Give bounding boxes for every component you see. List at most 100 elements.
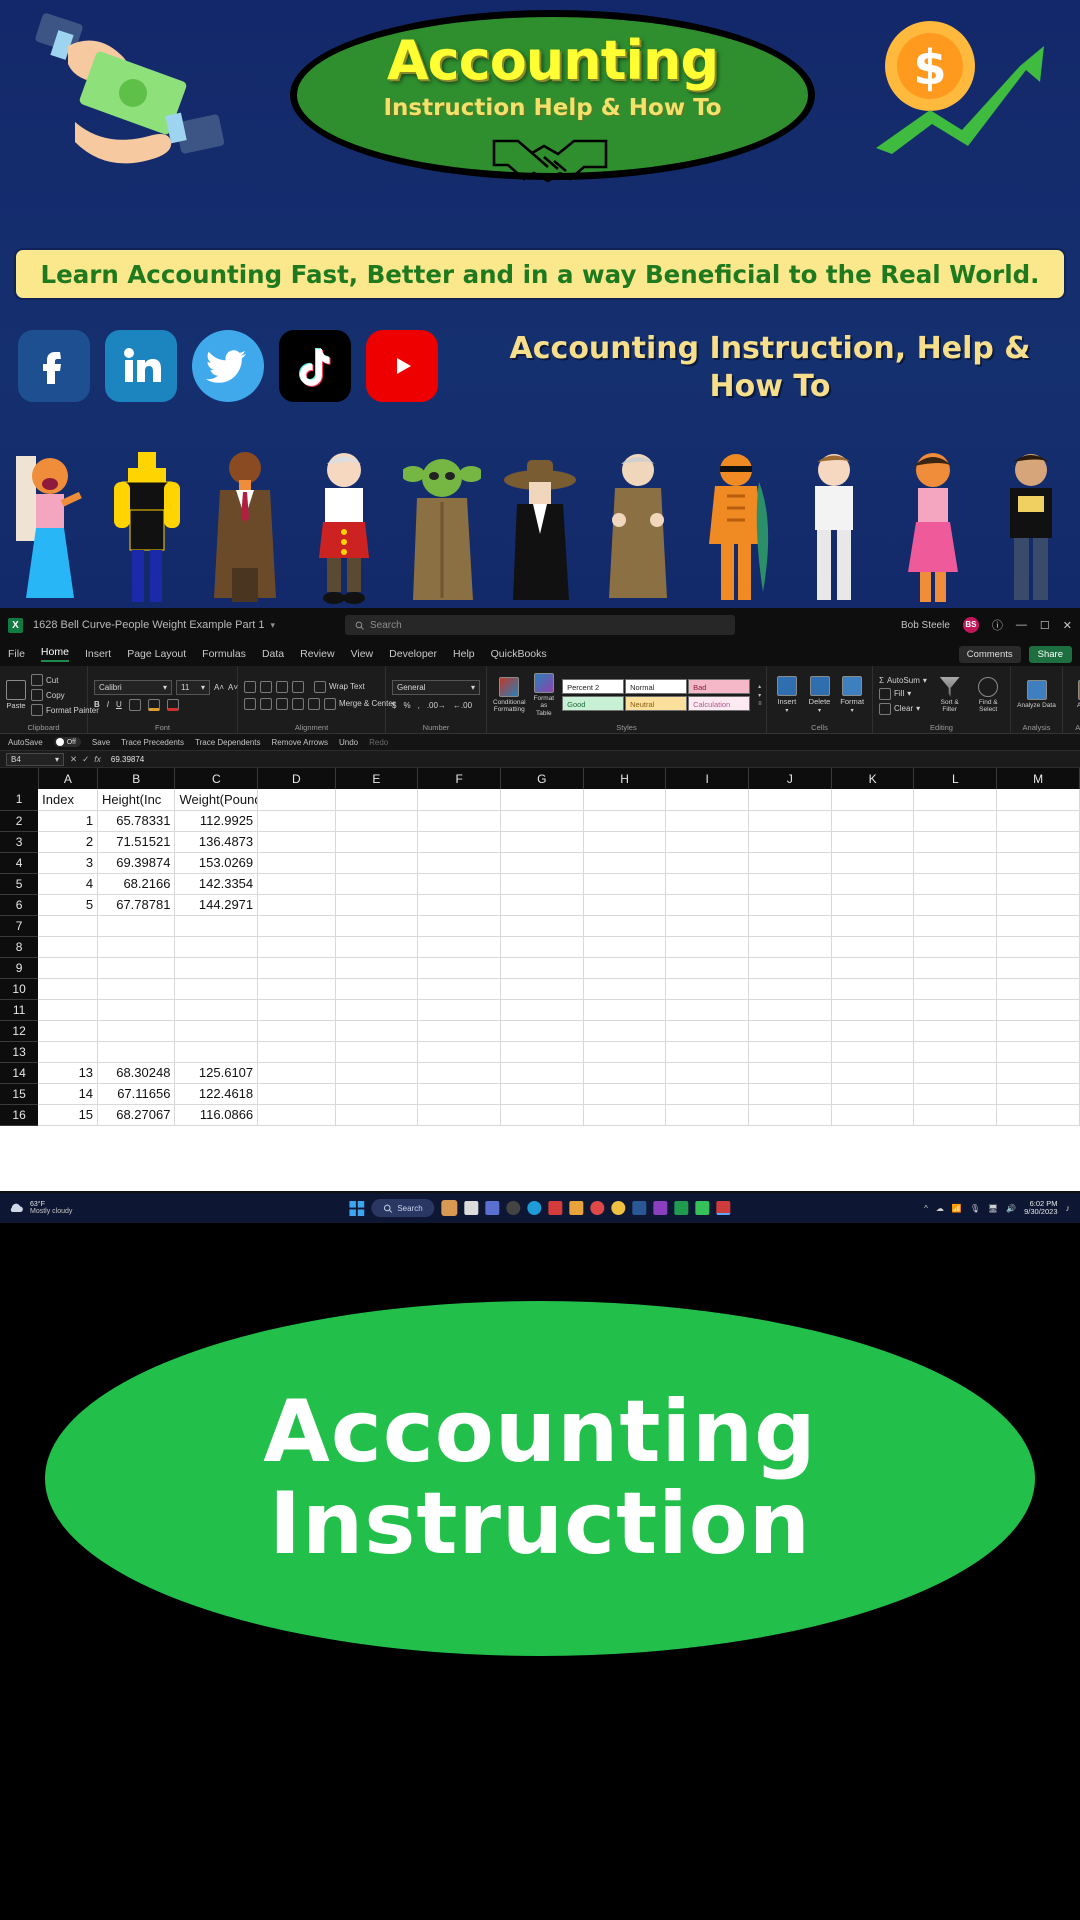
cell-a6[interactable]: 5 [38, 894, 99, 916]
minimize-button[interactable]: — [1016, 619, 1027, 631]
confirm-formula-icon[interactable]: ✓ [82, 754, 89, 765]
row-header[interactable]: 14 [0, 1062, 39, 1084]
row-header[interactable]: 5 [0, 873, 39, 895]
taskbar-app2-icon[interactable] [590, 1201, 605, 1215]
trace-precedents-button[interactable]: Trace Precedents [121, 738, 184, 747]
close-button[interactable]: ✕ [1063, 619, 1072, 632]
conditional-formatting-button[interactable]: Conditional Formatting [493, 676, 526, 713]
ribbon-tab-home[interactable]: Home [40, 646, 69, 662]
cell-styles-gallery[interactable]: Percent 2 Normal Bad Good Neutral Calcul… [562, 678, 751, 712]
format-as-table-button[interactable]: Format as Table [534, 673, 554, 717]
cell-a1[interactable]: Index [38, 789, 99, 811]
ribbon-tab-data[interactable]: Data [262, 648, 284, 660]
taskbar-search-box[interactable]: Search [371, 1199, 435, 1217]
style-normal[interactable]: Normal [625, 678, 688, 694]
style-good[interactable]: Good [562, 695, 625, 711]
remove-arrows-button[interactable]: Remove Arrows [272, 738, 328, 747]
add-ins-button[interactable]: Add-ins [1069, 680, 1080, 709]
row-header[interactable]: 9 [0, 957, 39, 979]
column-header-c[interactable]: C [174, 768, 259, 789]
cell-b6[interactable]: 67.78781 [97, 894, 176, 916]
delete-cells-button[interactable]: Delete ▾ [806, 675, 834, 715]
taskbar-app1-icon[interactable] [548, 1201, 563, 1215]
insert-function-icon[interactable]: fx [94, 754, 101, 765]
font-name-select[interactable]: Calibri ▾ [94, 679, 172, 695]
taskbar-onenote-icon[interactable] [653, 1201, 668, 1215]
column-header-h[interactable]: H [583, 768, 667, 789]
percent-format-button[interactable]: % [403, 701, 410, 710]
autosave-toggle[interactable]: Off [53, 737, 81, 747]
cell-b2[interactable]: 65.78331 [97, 810, 176, 832]
cell-a5[interactable]: 4 [38, 873, 99, 895]
insert-cells-button[interactable]: Insert ▾ [773, 675, 801, 715]
ribbon-tab-view[interactable]: View [351, 648, 374, 660]
column-header-l[interactable]: L [913, 768, 998, 789]
style-bad[interactable]: Bad [688, 678, 751, 694]
increase-font-size-button[interactable]: A˄ [214, 683, 224, 692]
tray-notifications-icon[interactable]: ♪ [1066, 1203, 1071, 1213]
row-header[interactable]: 11 [0, 999, 39, 1021]
row-header[interactable]: 4 [0, 852, 39, 874]
ribbon-tab-formulas[interactable]: Formulas [202, 648, 246, 660]
tray-network-icon[interactable]: 📶 [952, 1204, 962, 1213]
decrease-font-size-button[interactable]: A˅ [228, 683, 238, 692]
font-color-button[interactable] [166, 698, 179, 711]
cell-c2[interactable]: 112.9925 [174, 810, 259, 832]
row-header[interactable]: 15 [0, 1083, 39, 1105]
name-box[interactable]: B4 ▾ [6, 752, 64, 766]
styles-more-icon[interactable]: ≡ [758, 701, 762, 707]
row-header[interactable]: 1 [0, 789, 39, 811]
align-bottom-button[interactable] [276, 680, 288, 693]
excel-document-title[interactable]: 1628 Bell Curve-People Weight Example Pa… [33, 619, 265, 631]
row-header[interactable]: 7 [0, 915, 39, 937]
spreadsheet-grid[interactable]: A B C D E F G H I J K L M 1 Index Height(I… [0, 768, 1080, 1191]
column-header-j[interactable]: J [748, 768, 832, 789]
taskbar-edge-icon[interactable] [527, 1201, 542, 1215]
taskbar-app3-icon[interactable] [695, 1201, 710, 1215]
tray-microphone-icon[interactable]: 🎙 [970, 1204, 980, 1213]
select-all-corner[interactable] [0, 768, 39, 789]
cell-a14[interactable]: 13 [38, 1062, 99, 1084]
row-header[interactable]: 6 [0, 894, 39, 916]
cell-b15[interactable]: 67.11656 [97, 1083, 176, 1105]
column-header-f[interactable]: F [417, 768, 501, 789]
cell-c3[interactable]: 136.4873 [174, 831, 259, 853]
taskbar-excel-icon[interactable] [674, 1201, 689, 1215]
column-header-k[interactable]: K [831, 768, 915, 789]
increase-indent-button[interactable] [308, 697, 320, 710]
taskbar-copilot-icon[interactable] [441, 1200, 458, 1216]
help-icon[interactable]: ⓘ [992, 617, 1003, 633]
excel-search-box[interactable]: Search [345, 615, 735, 635]
find-select-button[interactable]: Find & Select [972, 676, 1004, 713]
row-header[interactable]: 16 [0, 1104, 39, 1126]
taskbar-clock-date[interactable]: 9/30/2023 [1024, 1208, 1057, 1216]
share-button[interactable]: Share [1028, 645, 1072, 663]
cell-a2[interactable]: 1 [38, 810, 99, 832]
cancel-formula-icon[interactable]: ✕ [70, 754, 77, 765]
styles-scroll-up-icon[interactable]: ▴ [758, 683, 762, 690]
borders-button[interactable] [128, 698, 141, 711]
clear-button[interactable]: Clear ▾ [879, 702, 927, 715]
cell-c16[interactable]: 116.0866 [174, 1104, 259, 1126]
redo-button[interactable]: Redo [369, 738, 388, 747]
bold-button[interactable]: B [94, 700, 100, 709]
trace-dependents-button[interactable]: Trace Dependents [195, 738, 261, 747]
tray-overflow-icon[interactable]: ^ [924, 1204, 928, 1213]
cell-a16[interactable]: 15 [38, 1104, 99, 1126]
row-header[interactable]: 8 [0, 936, 39, 958]
cell-a4[interactable]: 3 [38, 852, 99, 874]
taskbar-folder-icon[interactable] [569, 1201, 584, 1215]
font-size-select[interactable]: 11 ▾ [176, 679, 210, 695]
style-neutral[interactable]: Neutral [625, 695, 688, 711]
row-header[interactable]: 2 [0, 810, 39, 832]
number-format-select[interactable]: General ▾ [392, 680, 480, 695]
tiktok-icon[interactable] [279, 330, 351, 402]
title-chevron-down-icon[interactable]: ▾ [271, 620, 276, 631]
cell-c5[interactable]: 142.3354 [174, 873, 259, 895]
style-calculation[interactable]: Calculation [688, 695, 751, 711]
ribbon-tab-help[interactable]: Help [453, 648, 475, 660]
facebook-icon[interactable] [18, 330, 90, 402]
comma-format-button[interactable]: , [418, 701, 420, 710]
taskbar-chrome-icon[interactable] [611, 1201, 626, 1215]
sort-filter-button[interactable]: Sort & Filter [934, 676, 966, 713]
